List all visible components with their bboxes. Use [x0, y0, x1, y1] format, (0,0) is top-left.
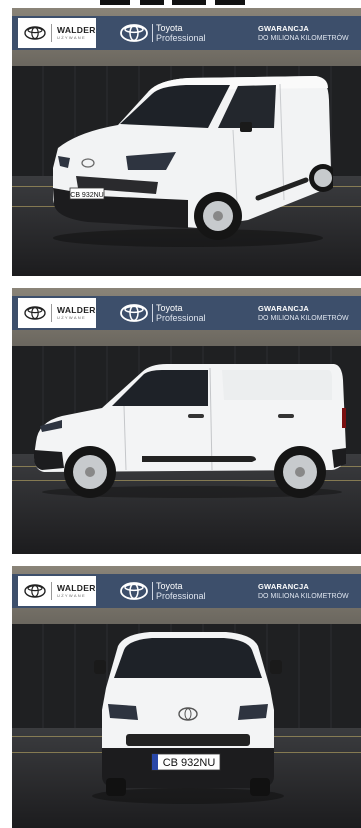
toyota-emblem-icon — [120, 304, 148, 322]
guarantee-line2: DO MILIONA KILOMETRÓW — [258, 35, 349, 42]
dealer-name: WALDER — [57, 582, 96, 593]
dealer-subtitle: UŻYWANE — [57, 35, 86, 41]
walder-logo: WALDER UŻYWANE — [18, 18, 96, 48]
photo-card-3[interactable]: WALDER UŻYWANE Toyota Professional GWARA… — [12, 566, 361, 828]
walder-logo: WALDER UŻYWANE — [18, 576, 96, 606]
van-photo-front: CB 932NU — [92, 632, 284, 804]
walder-logo: WALDER UŻYWANE — [18, 298, 96, 328]
partial-logo-icon — [100, 0, 245, 5]
dealer-subtitle: UŻYWANE — [57, 315, 86, 321]
toyota-emblem-icon — [24, 584, 46, 598]
guarantee-label: GWARANCJA DO MILIONA KILOMETRÓW — [258, 582, 349, 602]
top-strip — [0, 0, 361, 8]
toyota-emblem-icon — [24, 26, 46, 40]
dealer-name: WALDER — [57, 304, 96, 315]
guarantee-line1: GWARANCJA — [258, 582, 309, 591]
toyota-emblem-icon — [120, 24, 148, 42]
photo-card-2[interactable]: WALDER UŻYWANE Toyota Professional GWARA… — [12, 288, 361, 554]
promo-banner: WALDER UŻYWANE Toyota Professional GWARA… — [12, 574, 361, 608]
svg-text:CB 932NU: CB 932NU — [70, 192, 103, 199]
toyota-emblem-icon — [24, 306, 46, 320]
toyota-professional-label: Toyota Professional — [156, 303, 206, 323]
guarantee-label: GWARANCJA DO MILIONA KILOMETRÓW — [258, 24, 349, 44]
guarantee-label: GWARANCJA DO MILIONA KILOMETRÓW — [258, 304, 349, 324]
svg-text:CB 932NU: CB 932NU — [163, 757, 216, 769]
promo-banner: WALDER UŻYWANE Toyota Professional GWARA… — [12, 16, 361, 50]
brand-line2: Professional — [156, 313, 206, 323]
brand-line1: Toyota — [156, 23, 183, 33]
dealer-subtitle: UŻYWANE — [57, 593, 86, 599]
photo-card-1[interactable]: WALDER UŻYWANE Toyota Professional GWARA… — [12, 8, 361, 276]
guarantee-line1: GWARANCJA — [258, 304, 309, 313]
van-photo-front-three-quarter: CB 932NU — [53, 76, 333, 247]
guarantee-line2: DO MILIONA KILOMETRÓW — [258, 593, 349, 600]
brand-line2: Professional — [156, 33, 206, 43]
toyota-professional-label: Toyota Professional — [156, 581, 206, 601]
brand-line2: Professional — [156, 591, 206, 601]
brand-line1: Toyota — [156, 581, 183, 591]
dealer-name: WALDER — [57, 24, 96, 35]
promo-banner: WALDER UŻYWANE Toyota Professional GWARA… — [12, 296, 361, 330]
toyota-professional-label: Toyota Professional — [156, 23, 206, 43]
guarantee-line2: DO MILIONA KILOMETRÓW — [258, 315, 349, 322]
brand-line1: Toyota — [156, 303, 183, 313]
van-photo-side — [34, 364, 346, 498]
toyota-emblem-icon — [120, 582, 148, 600]
guarantee-line1: GWARANCJA — [258, 24, 309, 33]
